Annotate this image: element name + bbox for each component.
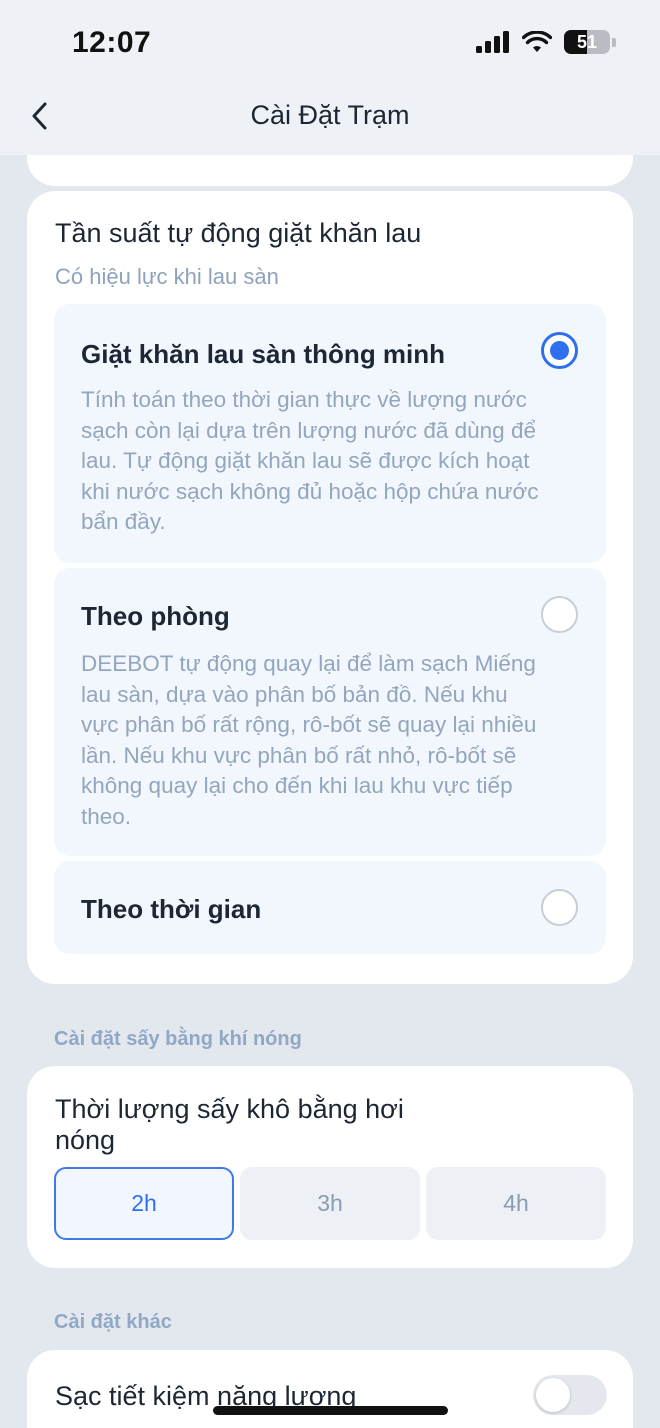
wash-frequency-card: Tần suất tự động giặt khăn lau Có hiệu l… xyxy=(27,191,633,984)
energy-saving-toggle[interactable] xyxy=(533,1375,607,1415)
battery-icon: 51 xyxy=(564,30,610,54)
drying-duration-card: Thời lượng sấy khô bằng hơi nóng 2h 3h 4… xyxy=(27,1066,633,1268)
radio-smart-wash[interactable] xyxy=(541,332,578,369)
duration-option-3h[interactable]: 3h xyxy=(240,1167,420,1240)
wash-frequency-subtitle: Có hiệu lực khi lau sàn xyxy=(55,264,279,289)
status-icons: 51 xyxy=(476,30,616,54)
top-bar: 12:07 51 Cài Đặt Trạm xyxy=(0,0,660,155)
battery-level: 51 xyxy=(576,31,598,52)
option-smart-wash[interactable]: Giặt khăn lau sàn thông minh Tính toán t… xyxy=(54,304,606,563)
wifi-icon xyxy=(522,31,552,52)
section-label-other: Cài đặt khác xyxy=(54,1311,172,1333)
page-title: Cài Đặt Trạm xyxy=(250,100,410,130)
option-title: Theo thời gian xyxy=(81,894,262,924)
wash-frequency-title: Tần suất tự động giặt khăn lau xyxy=(55,218,422,248)
option-by-time[interactable]: Theo thời gian xyxy=(54,861,606,954)
home-indicator xyxy=(213,1406,448,1415)
toggle-knob xyxy=(536,1378,570,1412)
status-time: 12:07 xyxy=(72,26,152,59)
duration-option-4h[interactable]: 4h xyxy=(426,1167,606,1240)
other-settings-card: Sạc tiết kiệm năng lượng xyxy=(27,1350,633,1428)
duration-option-2h[interactable]: 2h xyxy=(54,1167,234,1240)
option-description: DEEBOT tự động quay lại để làm sạch Miến… xyxy=(81,651,537,829)
option-title: Theo phòng xyxy=(81,601,230,631)
option-title: Giặt khăn lau sàn thông minh xyxy=(81,339,446,369)
option-description: Tính toán theo thời gian thực về lượng n… xyxy=(81,387,539,534)
section-label-drying: Cài đặt sấy bằng khí nóng xyxy=(54,1028,302,1050)
option-by-room[interactable]: Theo phòng DEEBOT tự động quay lại để là… xyxy=(54,568,606,856)
drying-duration-title: Thời lượng sấy khô bằng hơi nóng xyxy=(55,1094,404,1155)
radio-by-room[interactable] xyxy=(541,596,578,633)
radio-by-time[interactable] xyxy=(541,889,578,926)
cellular-signal-icon xyxy=(476,31,509,53)
